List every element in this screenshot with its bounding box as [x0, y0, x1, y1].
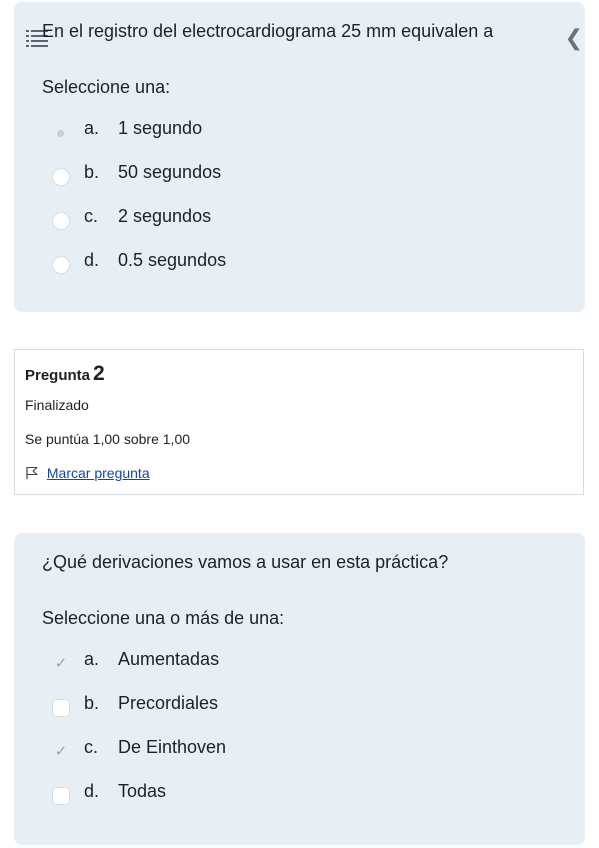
question-info: Pregunta 2 Finalizado Se puntúa 1,00 sobr… — [14, 349, 584, 495]
question-card: ¿Qué derivaciones vamos a usar en esta p… — [14, 533, 585, 845]
question-number: 2 — [93, 362, 105, 385]
answer-prompt: Seleccione una: — [42, 77, 171, 97]
option-text: De Einthoven — [118, 737, 227, 757]
option-text: 1 segundo — [118, 118, 203, 138]
answer-prompt: Seleccione una o más de una: — [42, 608, 285, 628]
flag-question[interactable]: Marcar pregunta — [25, 465, 150, 481]
flag-icon[interactable] — [25, 466, 39, 480]
flag-question-link[interactable]: Marcar pregunta — [47, 465, 150, 481]
option-letter: d. — [84, 781, 100, 801]
question-label: Pregunta 2 — [25, 362, 105, 386]
option-letter: a. — [84, 118, 100, 138]
option-text: Precordiales — [118, 693, 219, 713]
option-letter: b. — [84, 693, 100, 713]
option-text: 50 segundos — [118, 162, 222, 182]
question-text: En el registro del electrocardiograma 25… — [42, 21, 494, 41]
option-letter: c. — [84, 737, 99, 757]
radio-button[interactable] — [52, 256, 70, 274]
question-grade: Se puntúa 1,00 sobre 1,00 — [25, 431, 191, 447]
checkbox[interactable]: ✓ — [52, 655, 70, 673]
radio-button[interactable] — [52, 168, 70, 186]
option-text: 0.5 segundos — [118, 250, 227, 270]
checkbox[interactable] — [52, 699, 70, 717]
option-text: 2 segundos — [118, 206, 212, 226]
checkbox[interactable]: ✓ — [52, 743, 70, 761]
radio-button[interactable] — [52, 212, 70, 230]
option-text: Aumentadas — [118, 649, 220, 669]
option-letter: c. — [84, 206, 99, 226]
chevron-left-icon[interactable]: ❮ — [565, 27, 583, 49]
checkbox[interactable] — [52, 787, 70, 805]
question-state: Finalizado — [25, 397, 89, 413]
question-card: En el registro del electrocardiograma 25… — [14, 2, 585, 312]
question-text: ¿Qué derivaciones vamos a usar en esta p… — [42, 552, 449, 572]
radio-button[interactable] — [52, 124, 70, 142]
question-label-text: Pregunta — [25, 367, 91, 384]
option-letter: a. — [84, 649, 100, 669]
option-text: Todas — [118, 781, 167, 801]
option-letter: d. — [84, 250, 100, 270]
option-letter: b. — [84, 162, 100, 182]
